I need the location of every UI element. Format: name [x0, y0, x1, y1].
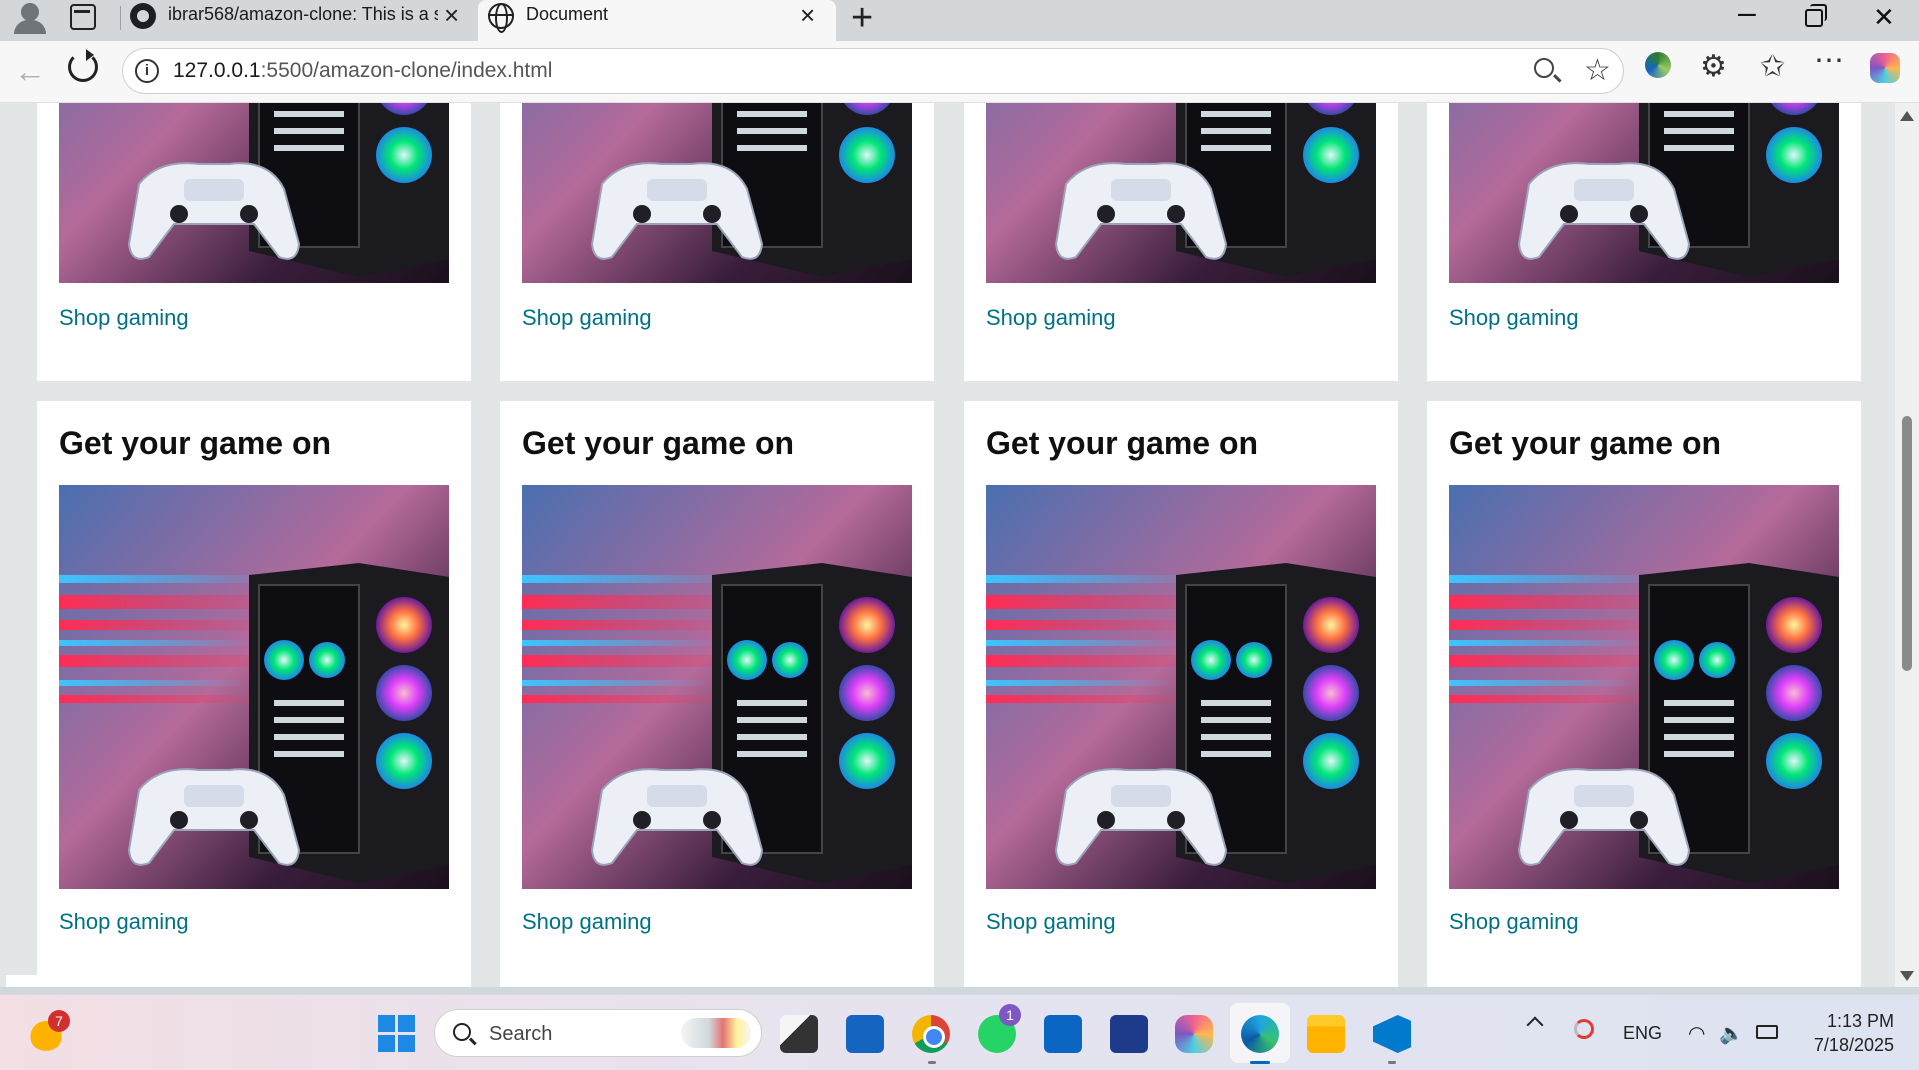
- tab-document[interactable]: Document ×: [478, 0, 836, 41]
- scroll-thumb[interactable]: [1902, 416, 1912, 671]
- card-title: Get your game on: [522, 425, 795, 461]
- status-bar-remnant: [6, 975, 186, 987]
- tab-close-icon[interactable]: ×: [800, 2, 815, 28]
- system-clock[interactable]: 1:13 PM 7/18/2025: [1804, 1009, 1894, 1057]
- new-tab-button[interactable]: +: [851, 0, 873, 40]
- running-indicator: [928, 1061, 936, 1064]
- url-host: 127.0.0.1: [173, 59, 261, 82]
- language-indicator[interactable]: ENG: [1623, 1023, 1662, 1044]
- card-title: Get your game on: [986, 425, 1259, 461]
- minimize-button[interactable]: –: [1738, 0, 1756, 31]
- mail-icon[interactable]: [846, 1015, 884, 1053]
- gaming-card: Shop gaming: [500, 103, 934, 381]
- tab-close-icon[interactable]: ×: [444, 2, 459, 28]
- copilot-icon[interactable]: [1870, 53, 1900, 83]
- gaming-image[interactable]: [1449, 103, 1839, 283]
- profile-avatar-icon[interactable]: [8, 0, 52, 34]
- extension-globe-icon[interactable]: [1645, 52, 1671, 78]
- url-text[interactable]: 127.0.0.1:5500/amazon-clone/index.html: [173, 59, 552, 83]
- copilot-app-icon[interactable]: [1175, 1015, 1213, 1053]
- taskbar-search-box[interactable]: Search: [434, 1009, 762, 1057]
- extensions-puzzle-icon[interactable]: ⚙: [1700, 49, 1727, 84]
- github-icon: [130, 3, 156, 29]
- start-icon[interactable]: [378, 1015, 416, 1053]
- address-bar[interactable]: i 127.0.0.1:5500/amazon-clone/index.html…: [122, 48, 1624, 94]
- page-content: Shop gaming Shop gaming Shop gaming Shop…: [0, 103, 1895, 987]
- shop-gaming-link[interactable]: Shop gaming: [1449, 305, 1579, 331]
- chrome-icon[interactable]: [912, 1015, 950, 1053]
- scroll-down-arrow-icon[interactable]: [1900, 971, 1914, 981]
- restore-button[interactable]: [1805, 4, 1827, 27]
- gaming-image[interactable]: [986, 485, 1376, 889]
- wifi-icon[interactable]: ◠: [1688, 1021, 1705, 1046]
- gaming-image[interactable]: [59, 103, 449, 283]
- browser-toolbar: ← i 127.0.0.1:5500/amazon-clone/index.ht…: [0, 41, 1919, 103]
- card-title: Get your game on: [1449, 425, 1722, 461]
- close-window-button[interactable]: ✕: [1873, 2, 1895, 33]
- zoom-out-icon[interactable]: [1534, 58, 1554, 78]
- active-indicator: [1250, 1061, 1270, 1064]
- globe-icon: [488, 3, 514, 33]
- whatsapp-badge: 1: [999, 1004, 1021, 1026]
- tray-chevron-up-icon[interactable]: [1526, 1016, 1544, 1034]
- url-path: :5500/amazon-clone/index.html: [260, 59, 553, 82]
- gaming-card: Shop gaming: [964, 103, 1398, 381]
- file-explorer-icon[interactable]: [780, 1015, 818, 1053]
- gaming-image[interactable]: [522, 485, 912, 889]
- gaming-image[interactable]: [1449, 485, 1839, 889]
- gaming-image[interactable]: [522, 103, 912, 283]
- shop-gaming-link[interactable]: Shop gaming: [986, 909, 1116, 935]
- shop-gaming-link[interactable]: Shop gaming: [986, 305, 1116, 331]
- tab-github[interactable]: ibrar568/amazon-clone: This is a s ×: [120, 0, 475, 41]
- volume-icon[interactable]: 🔈: [1719, 1021, 1744, 1046]
- shop-gaming-link[interactable]: Shop gaming: [59, 305, 189, 331]
- gaming-card: Get your game on Shop gaming: [500, 401, 934, 987]
- battery-icon[interactable]: [1756, 1025, 1778, 1039]
- tab-title: ibrar568/amazon-clone: This is a s: [168, 4, 438, 24]
- clock-time: 1:13 PM: [1826, 1011, 1894, 1031]
- card-title: Get your game on: [59, 425, 332, 461]
- windows-taskbar: 7 Search 1 ENG ◠ 🔈 1:13 PM 7/18/2025: [0, 994, 1919, 1070]
- more-icon[interactable]: ⋯: [1814, 43, 1845, 78]
- shop-gaming-link[interactable]: Shop gaming: [59, 909, 189, 935]
- tray-app-icon[interactable]: [1574, 1019, 1594, 1039]
- back-arrow-icon[interactable]: ←: [14, 53, 46, 90]
- gaming-card: Get your game on Shop gaming: [964, 401, 1398, 987]
- site-info-icon[interactable]: i: [135, 59, 159, 83]
- shop-gaming-link[interactable]: Shop gaming: [522, 305, 652, 331]
- edge-icon[interactable]: [1241, 1015, 1279, 1053]
- reload-icon[interactable]: [68, 49, 98, 82]
- scroll-up-arrow-icon[interactable]: [1900, 111, 1914, 121]
- favorites-icon[interactable]: ✩: [1760, 49, 1785, 84]
- clock-date: 7/18/2025: [1813, 1035, 1894, 1055]
- tab-actions-icon[interactable]: [70, 4, 96, 30]
- gaming-card: Shop gaming: [1427, 103, 1861, 381]
- browser-tab-strip: ibrar568/amazon-clone: This is a s × Doc…: [0, 0, 1919, 41]
- favorite-star-icon[interactable]: ☆: [1584, 53, 1611, 88]
- search-label: Search: [489, 1023, 553, 1045]
- store-icon[interactable]: [1110, 1015, 1148, 1053]
- search-highlight-icon: [681, 1018, 751, 1048]
- tab-title: Document: [526, 4, 609, 24]
- page-viewport: Shop gaming Shop gaming Shop gaming Shop…: [0, 103, 1919, 987]
- weather-badge: 7: [48, 1010, 70, 1032]
- gaming-image[interactable]: [986, 103, 1376, 283]
- folder-icon[interactable]: [1307, 1015, 1345, 1053]
- shop-gaming-link[interactable]: Shop gaming: [522, 909, 652, 935]
- search-icon: [453, 1023, 471, 1041]
- shop-gaming-link[interactable]: Shop gaming: [1449, 909, 1579, 935]
- gaming-image[interactable]: [59, 485, 449, 889]
- gaming-card: Get your game on Shop gaming: [1427, 401, 1861, 987]
- running-indicator: [1388, 1061, 1396, 1064]
- gaming-card: Shop gaming: [37, 103, 471, 381]
- vscode-icon[interactable]: [1373, 1015, 1411, 1053]
- vertical-scrollbar[interactable]: [1895, 103, 1919, 987]
- outlook-icon[interactable]: [1044, 1015, 1082, 1053]
- gaming-card: Get your game on Shop gaming: [37, 401, 471, 987]
